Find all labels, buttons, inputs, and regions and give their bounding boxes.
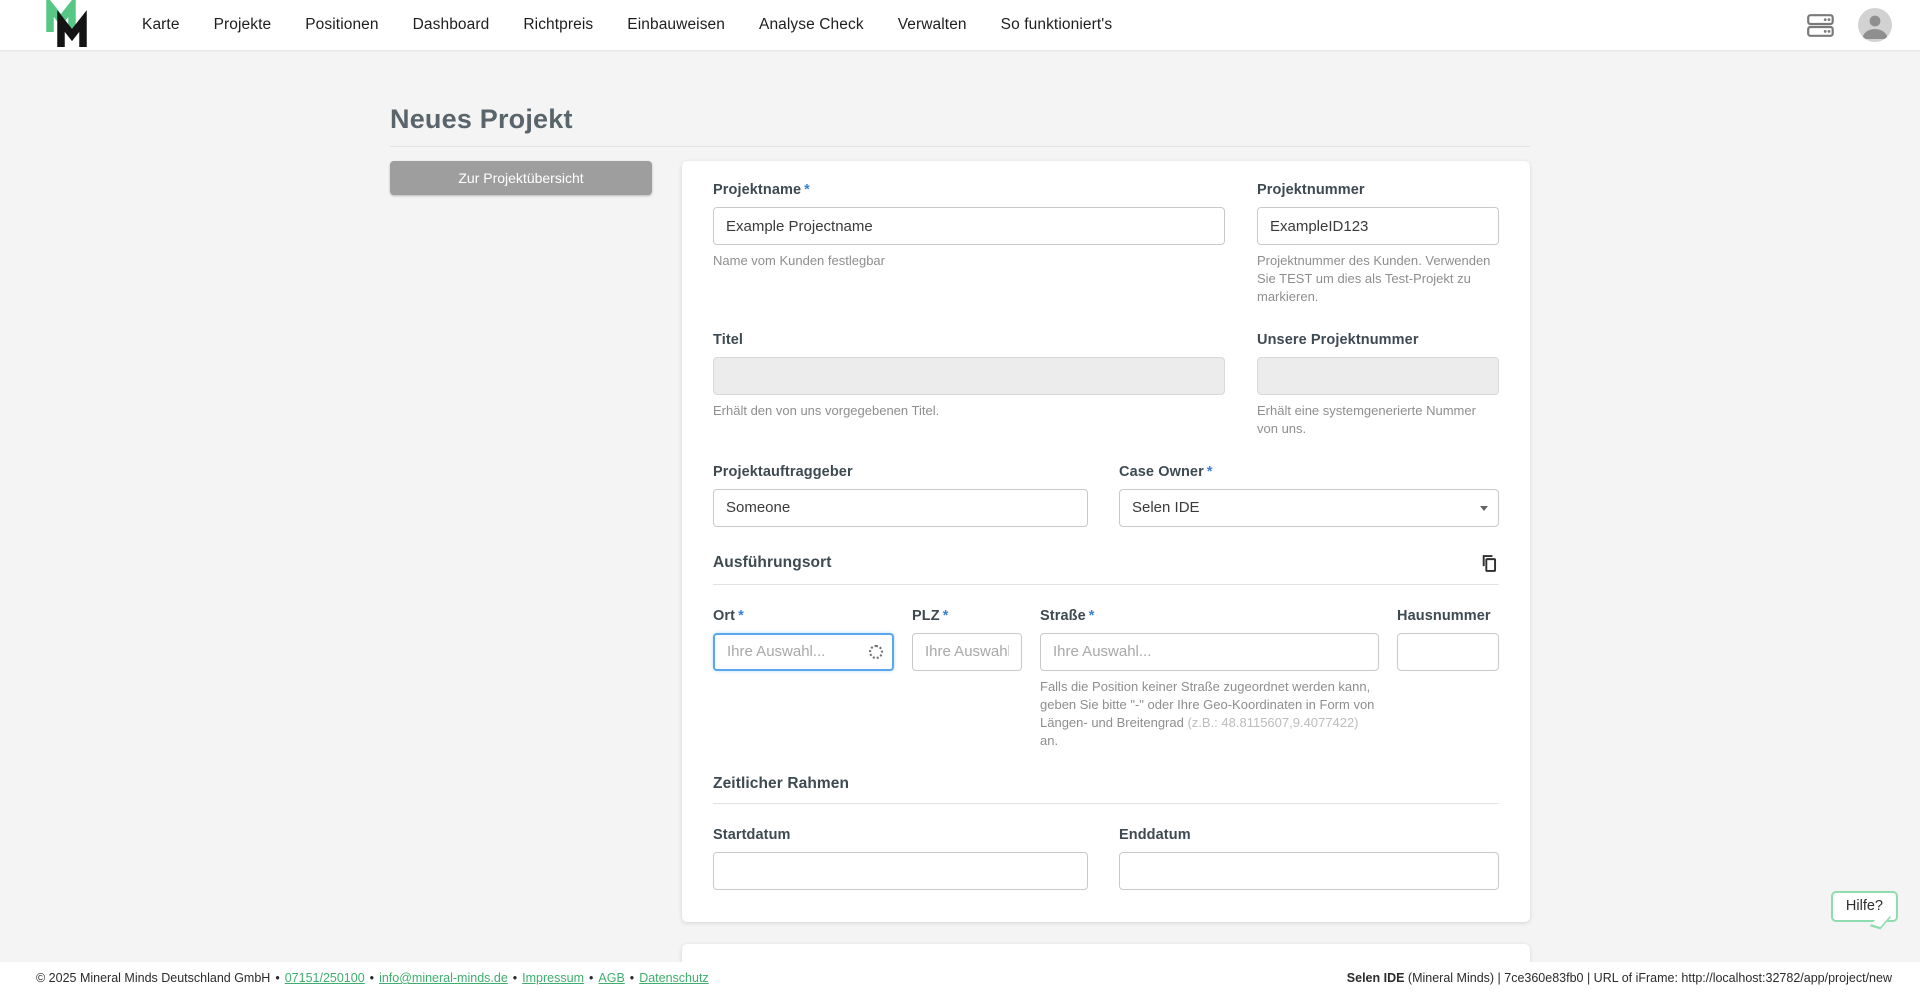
firmendaten-card: Firmendaten [682,944,1530,962]
header-actions [1807,8,1892,42]
ort-input[interactable] [713,632,894,671]
divider [713,583,1499,585]
logo-icon [46,0,87,47]
titel-label: Titel [713,331,744,348]
strasse-helper: Falls die Position keiner Straße zugeord… [1040,678,1375,748]
chevron-down-icon [1480,505,1488,511]
bullet-separator: • [629,971,635,985]
titel-field: Titel Erhält den von uns vorgegebenen Ti… [713,332,1225,438]
hausnummer-input[interactable] [1397,632,1499,671]
projektnummer-label: Projektnummer [1257,182,1365,198]
hausnummer-field: Hausnummer [1397,608,1499,750]
projektnummer-input[interactable] [1257,207,1499,245]
help-button[interactable]: Hilfe? [1830,891,1898,922]
page-title: Neues Projekt [390,104,1530,147]
main-nav: Karte Projekte Positionen Dashboard Rich… [142,16,1807,34]
projektname-label: Projektname * [713,182,810,198]
case-owner-select[interactable]: Selen IDE [1119,488,1499,527]
footer-link-datenschutz[interactable]: Datenschutz [639,971,708,985]
titel-helper: Erhält den von uns vorgegebenen Titel. [713,402,940,418]
divider [713,803,1499,805]
case-owner-field: Case Owner * Selen IDE [1119,464,1499,527]
titel-input [713,356,1225,395]
strasse-input[interactable] [1040,632,1379,671]
bullet-separator: • [589,971,594,985]
plz-input[interactable] [912,632,1022,671]
ort-label: Ort * [713,607,744,624]
required-asterisk: * [804,182,810,198]
enddatum-input[interactable] [1119,852,1499,891]
content-area: Neues Projekt Zur Projektübersicht Proje… [0,50,1920,962]
projektname-input[interactable] [713,207,1225,245]
unsere-projektnummer-field: Unsere Projektnummer Erhält eine systemg… [1257,332,1499,438]
startdatum-input[interactable] [713,852,1088,891]
section-ausfuehrungsort: Ausführungsort [713,554,832,572]
footer-status-detail: (Mineral Minds) | 7ce360e83fb0 | URL of … [1404,971,1892,985]
mineral-minds-logo[interactable] [44,0,100,50]
unsere-projektnummer-input [1257,356,1499,395]
nav-item-positionen[interactable]: Positionen [305,16,378,34]
nav-item-verwalten[interactable]: Verwalten [898,16,967,34]
loading-spinner-icon [869,644,883,659]
projektnummer-field: Projektnummer Projektnummer des Kunden. … [1257,182,1499,306]
case-owner-label: Case Owner * [1119,463,1213,480]
nav-item-projekte[interactable]: Projekte [214,16,272,34]
bullet-separator: • [512,971,518,985]
case-owner-value: Selen IDE [1132,499,1200,517]
ort-field: Ort * [713,608,894,750]
projektauftraggeber-label: Projektauftraggeber [713,463,853,480]
nav-item-so-funktionierts[interactable]: So funktioniert's [1001,16,1113,34]
startdatum-field: Startdatum [713,827,1088,891]
footer: © 2025 Mineral Minds Deutschland GmbH • 07… [0,962,1920,994]
projektname-field: Projektname* Name vom Kunden festlegbar [713,182,1225,306]
required-asterisk: * [942,607,949,624]
unsere-projektnummer-label: Unsere Projektnummer [1257,331,1419,348]
avatar-icon[interactable] [1858,8,1892,42]
strasse-field: Straße* Falls die Position keiner Straße… [1040,608,1379,750]
enddatum-field: Enddatum [1119,827,1499,891]
footer-email-link[interactable]: info@mineral-minds.de [379,971,508,985]
projektauftraggeber-input[interactable] [713,488,1088,527]
required-asterisk: * [1088,607,1095,624]
footer-status: Selen IDE (Mineral Minds) | 7ce360e83fb0… [1347,971,1892,985]
plz-field: PLZ * [912,608,1022,750]
strasse-label: Straße * [1040,607,1095,624]
projektname-helper: Name vom Kunden festlegbar [713,253,885,268]
bullet-separator: • [275,971,280,985]
footer-status-user: Selen IDE [1346,971,1405,985]
bullet-separator: • [369,971,375,985]
section-zeitlicher-rahmen: Zeitlicher Rahmen [713,775,850,793]
unsere-projektnummer-helper: Erhält eine systemgenerierte Nummer von … [1257,402,1476,436]
startdatum-label: Startdatum [713,827,791,844]
hausnummer-label: Hausnummer [1397,607,1491,624]
required-asterisk: * [738,607,744,624]
footer-left: © 2025 Mineral Minds Deutschland GmbH • 07… [36,971,709,985]
nav-item-einbauweisen[interactable]: Einbauweisen [627,16,725,34]
back-to-overview-button[interactable]: Zur Projektübersicht [390,161,652,195]
server-icon[interactable] [1807,13,1834,37]
top-nav: Karte Projekte Positionen Dashboard Rich… [0,0,1920,50]
copy-icon[interactable] [1478,553,1499,574]
enddatum-label: Enddatum [1119,827,1191,844]
projektauftraggeber-field: Projektauftraggeber [713,464,1088,527]
nav-item-richtpreis[interactable]: Richtpreis [523,16,593,34]
footer-link-impressum[interactable]: Impressum [522,971,584,985]
required-asterisk: * [1206,463,1213,480]
nav-item-dashboard[interactable]: Dashboard [413,16,490,34]
project-form-card: Projektname* Name vom Kunden festlegbar … [682,161,1530,923]
nav-item-karte[interactable]: Karte [142,16,180,34]
footer-phone-link[interactable]: 07151/250100 [285,971,365,985]
footer-link-agb[interactable]: AGB [598,971,624,985]
projektnummer-helper: Projektnummer des Kunden. Verwenden Sie … [1257,253,1491,304]
plz-label: PLZ * [912,607,949,624]
nav-item-analyse-check[interactable]: Analyse Check [759,16,864,34]
copyright-text: © 2025 Mineral Minds Deutschland GmbH [36,971,271,985]
